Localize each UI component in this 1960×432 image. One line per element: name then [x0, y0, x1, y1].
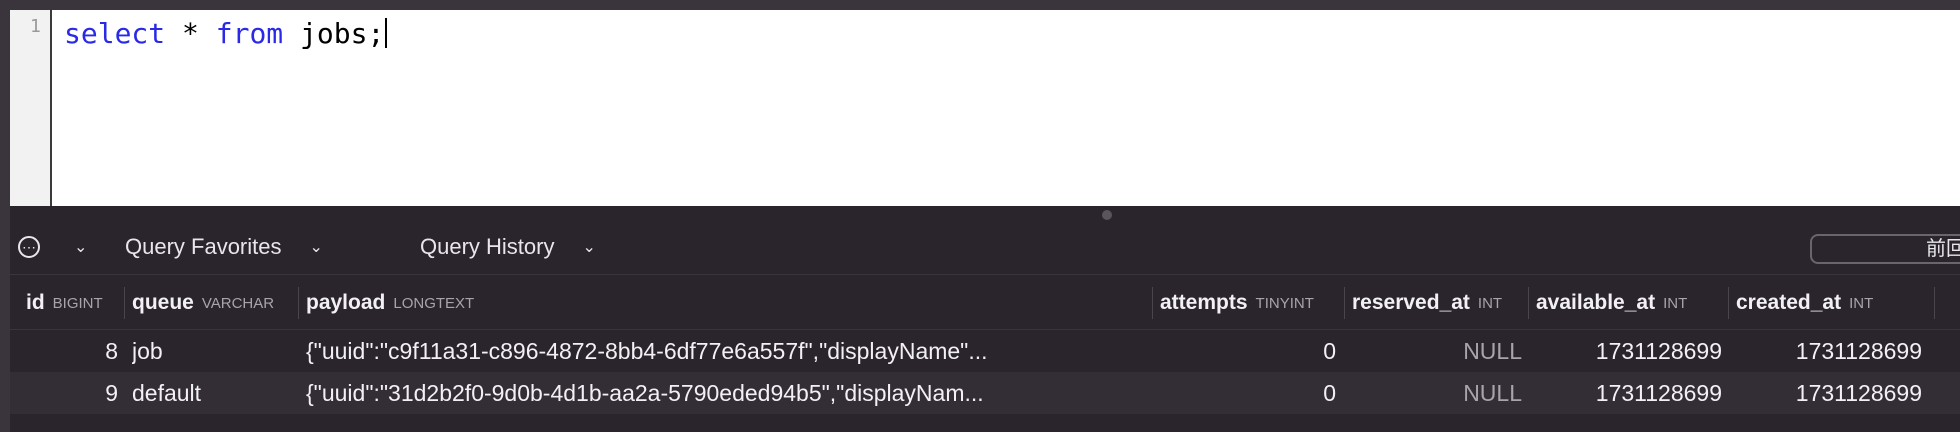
- column-divider[interactable]: [298, 287, 299, 319]
- column-name: queue: [132, 291, 194, 314]
- star-token: *: [165, 17, 216, 50]
- chevron-down-icon: ⌄: [582, 239, 596, 256]
- cell-reserved-at[interactable]: NULL: [1352, 330, 1522, 372]
- column-divider[interactable]: [1152, 287, 1153, 319]
- splitter-handle[interactable]: [1102, 210, 1112, 220]
- cell-id[interactable]: 8: [10, 330, 118, 372]
- column-header-created-at[interactable]: created_at INT: [1736, 275, 1873, 331]
- column-header-id[interactable]: id BIGINT: [26, 275, 103, 331]
- query-favorites-label: Query Favorites: [125, 234, 282, 259]
- column-divider[interactable]: [124, 287, 125, 319]
- cell-available-at[interactable]: 1731128699: [1536, 372, 1722, 414]
- left-edge: [0, 0, 10, 432]
- column-name: payload: [306, 291, 386, 314]
- keyword-from: from: [215, 17, 284, 50]
- column-header-payload[interactable]: payload LONGTEXT: [306, 275, 474, 331]
- editor-splitter[interactable]: [10, 206, 1960, 220]
- results-header: id BIGINT queue VARCHAR payload LONGTEXT…: [10, 274, 1960, 330]
- query-text[interactable]: select * from jobs;: [64, 16, 388, 52]
- column-name: created_at: [1736, 291, 1842, 314]
- column-divider[interactable]: [1344, 287, 1345, 319]
- cell-queue[interactable]: job: [132, 330, 292, 372]
- column-name: reserved_at: [1352, 291, 1470, 314]
- column-header-attempts[interactable]: attempts TINYINT: [1160, 275, 1314, 331]
- ellipsis-circle-icon: ⋯: [18, 236, 40, 258]
- column-header-queue[interactable]: queue VARCHAR: [132, 275, 274, 331]
- table-row[interactable]: 8 job {"uuid":"c9f11a31-c896-4872-8bb4-6…: [10, 330, 1960, 372]
- query-toolbar: ⋯ ⌄ Query Favorites ⌄ Query History ⌄ 前回: [10, 220, 1960, 274]
- table-token: jobs;: [283, 17, 385, 50]
- query-history-label: Query History: [420, 234, 555, 259]
- column-name: id: [26, 291, 45, 314]
- chevron-down-icon: ⌄: [74, 239, 88, 256]
- table-row[interactable]: 9 default {"uuid":"31d2b2f0-9d0b-4d1b-aa…: [10, 372, 1960, 414]
- window-top-strip: [0, 0, 1960, 10]
- cell-attempts[interactable]: 0: [1160, 372, 1336, 414]
- column-divider[interactable]: [1728, 287, 1729, 319]
- cell-id[interactable]: 9: [10, 372, 118, 414]
- column-name: attempts: [1160, 291, 1248, 314]
- cell-attempts[interactable]: 0: [1160, 330, 1336, 372]
- column-header-available-at[interactable]: available_at INT: [1536, 275, 1687, 331]
- query-history-button[interactable]: Query History ⌄: [420, 220, 596, 274]
- cell-created-at[interactable]: 1731128699: [1736, 330, 1922, 372]
- column-divider[interactable]: [1934, 287, 1935, 319]
- column-type: INT: [1477, 294, 1503, 312]
- cell-payload[interactable]: {"uuid":"c9f11a31-c896-4872-8bb4-6df77e6…: [306, 330, 1146, 372]
- column-type: INT: [1663, 294, 1688, 312]
- column-type: INT: [1849, 294, 1874, 312]
- keyword-select: select: [64, 17, 166, 50]
- filter-field-text: 前回: [1926, 238, 1960, 260]
- cell-created-at[interactable]: 1731128699: [1736, 372, 1922, 414]
- line-number: 1: [30, 16, 41, 37]
- cell-available-at[interactable]: 1731128699: [1536, 330, 1722, 372]
- filter-field[interactable]: 前回: [1810, 234, 1960, 264]
- cell-payload[interactable]: {"uuid":"31d2b2f0-9d0b-4d1b-aa2a-5790ede…: [306, 372, 1146, 414]
- cell-queue[interactable]: default: [132, 372, 292, 414]
- cell-reserved-at[interactable]: NULL: [1352, 372, 1522, 414]
- more-actions-button[interactable]: ⋯ ⌄: [18, 220, 87, 274]
- column-type: LONGTEXT: [393, 294, 475, 312]
- query-favorites-button[interactable]: Query Favorites ⌄: [125, 220, 323, 274]
- sql-editor[interactable]: 1 select * from jobs;: [10, 10, 1960, 206]
- chevron-down-icon: ⌄: [309, 239, 323, 256]
- results-footer-space: [10, 414, 1960, 432]
- column-header-reserved-at[interactable]: reserved_at INT: [1352, 275, 1502, 331]
- line-gutter: 1: [10, 10, 52, 206]
- column-type: TINYINT: [1255, 294, 1314, 312]
- column-divider[interactable]: [1528, 287, 1529, 319]
- column-name: available_at: [1536, 291, 1656, 314]
- column-type: BIGINT: [52, 294, 103, 312]
- text-caret: [385, 18, 388, 48]
- column-type: VARCHAR: [201, 294, 275, 312]
